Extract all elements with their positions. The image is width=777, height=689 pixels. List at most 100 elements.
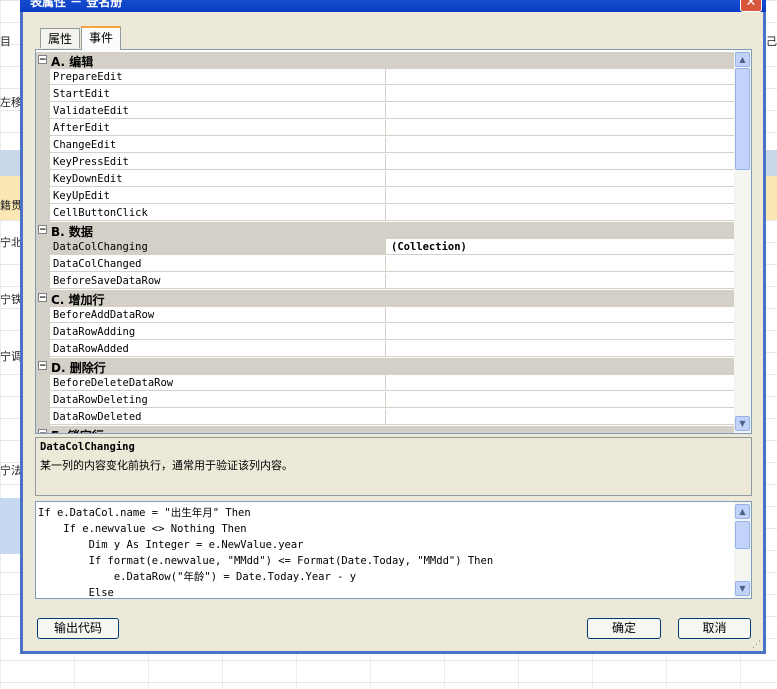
property-name[interactable]: CellButtonClick <box>50 205 386 221</box>
property-row[interactable]: ChangeEdit <box>36 137 734 154</box>
collapse-icon[interactable]: − <box>38 55 47 65</box>
ok-button[interactable]: 确定 <box>587 618 661 639</box>
row-gutter <box>36 375 50 392</box>
code-lines[interactable]: If e.DataCol.name = "出生年月" Then If e.new… <box>38 505 494 598</box>
property-name[interactable]: KeyUpEdit <box>50 188 386 204</box>
property-value[interactable] <box>386 154 734 170</box>
property-name[interactable]: ChangeEdit <box>50 137 386 153</box>
category-row[interactable]: −E. 锁定行 <box>36 426 734 433</box>
property-name[interactable]: DataColChanged <box>50 256 386 272</box>
property-grid-scrollbar[interactable]: ▲ ▼ <box>734 50 751 433</box>
code-editor[interactable]: If e.DataCol.name = "出生年月" Then If e.new… <box>35 501 752 599</box>
property-name[interactable]: DataRowAdded <box>50 341 386 357</box>
property-row[interactable]: ValidateEdit <box>36 103 734 120</box>
property-value[interactable] <box>386 137 734 153</box>
category-row[interactable]: − A. 编辑 <box>36 52 734 69</box>
property-name[interactable]: KeyDownEdit <box>50 171 386 187</box>
collapse-icon[interactable]: − <box>38 293 47 303</box>
property-name[interactable]: DataColChanging <box>50 239 386 255</box>
collapse-icon[interactable]: − <box>38 225 47 235</box>
row-gutter <box>36 307 50 324</box>
property-row[interactable]: KeyDownEdit <box>36 171 734 188</box>
background-label: 籍贯 <box>0 199 22 212</box>
row-gutter <box>36 205 50 222</box>
property-value[interactable] <box>386 171 734 187</box>
export-code-button[interactable]: 输出代码 <box>37 618 119 639</box>
scroll-thumb[interactable] <box>735 521 750 549</box>
property-row[interactable]: DataRowDeleted <box>36 409 734 426</box>
tab-events[interactable]: 事件 <box>81 26 122 50</box>
property-value[interactable] <box>386 392 734 408</box>
property-value[interactable] <box>386 120 734 136</box>
dialog-titlebar[interactable]: 表属性 － 登名册 <box>20 0 766 12</box>
property-row[interactable]: DataColChanged <box>36 256 734 273</box>
code-line[interactable]: If e.newvalue <> Nothing Then <box>38 521 493 537</box>
property-name[interactable]: AfterEdit <box>50 120 386 136</box>
scroll-down-icon[interactable]: ▼ <box>735 416 750 431</box>
property-value[interactable] <box>386 375 734 391</box>
property-row[interactable]: DataRowDeleting <box>36 392 734 409</box>
property-value[interactable] <box>386 86 734 102</box>
category-row[interactable]: − B. 数据 <box>36 222 734 239</box>
property-value[interactable] <box>386 341 734 357</box>
property-value[interactable] <box>386 205 734 221</box>
property-name[interactable]: DataRowDeleted <box>50 409 386 425</box>
property-name[interactable]: BeforeDeleteDataRow <box>50 375 386 391</box>
property-row[interactable]: BeforeAddDataRow <box>36 307 734 324</box>
description-text: 某一列的内容变化前执行，通常用于验证该列内容。 <box>40 459 293 472</box>
row-gutter <box>36 409 50 426</box>
property-row[interactable]: DataRowAdding <box>36 324 734 341</box>
property-row[interactable]: PrepareEdit <box>36 69 734 86</box>
property-row[interactable]: KeyUpEdit <box>36 188 734 205</box>
property-value[interactable] <box>386 256 734 272</box>
tab-properties[interactable]: 属性 <box>40 28 81 48</box>
property-name[interactable]: StartEdit <box>50 86 386 102</box>
property-row[interactable]: DataColChanging (Collection) <box>36 239 734 256</box>
code-line[interactable]: If e.DataCol.name = "出生年月" Then <box>38 505 493 521</box>
property-name[interactable]: DataRowDeleting <box>50 392 386 408</box>
collapse-icon[interactable]: − <box>38 361 47 371</box>
code-scrollbar[interactable]: ▲ ▼ <box>734 502 751 598</box>
row-gutter <box>36 256 50 273</box>
property-grid-rows: − A. 编辑 PrepareEdit StartEdit ValidateEdit Af… <box>36 52 734 433</box>
code-line[interactable]: e.DataRow("年龄") = Date.Today.Year - y <box>38 569 493 585</box>
category-label: B. 数据 <box>51 225 93 239</box>
row-gutter <box>36 392 50 409</box>
cancel-button[interactable]: 取消 <box>678 618 751 639</box>
property-row[interactable]: StartEdit <box>36 86 734 103</box>
property-value[interactable] <box>386 409 734 425</box>
property-name[interactable]: ValidateEdit <box>50 103 386 119</box>
property-name[interactable]: BeforeSaveDataRow <box>50 273 386 289</box>
close-button[interactable]: ✕ <box>740 0 762 12</box>
scroll-down-icon[interactable]: ▼ <box>735 581 750 596</box>
property-row[interactable]: AfterEdit <box>36 120 734 137</box>
scroll-up-icon[interactable]: ▲ <box>735 52 750 67</box>
category-label: D. 删除行 <box>51 361 106 375</box>
property-value[interactable]: (Collection) <box>386 239 734 255</box>
code-line[interactable]: Dim y As Integer = e.NewValue.year <box>38 537 493 553</box>
property-value[interactable] <box>386 188 734 204</box>
property-row[interactable]: CellButtonClick <box>36 205 734 222</box>
property-grid: − A. 编辑 PrepareEdit StartEdit ValidateEdit Af… <box>35 49 752 434</box>
code-line[interactable]: Else <box>38 585 493 598</box>
property-row[interactable]: BeforeDeleteDataRow <box>36 375 734 392</box>
code-line[interactable]: If format(e.newvalue, "MMdd") <= Format(… <box>38 553 494 569</box>
property-value[interactable] <box>386 307 734 323</box>
scroll-up-icon[interactable]: ▲ <box>735 504 750 519</box>
property-row[interactable]: BeforeSaveDataRow <box>36 273 734 290</box>
property-value[interactable] <box>386 69 734 85</box>
collapse-icon[interactable]: − <box>38 429 47 433</box>
category-row[interactable]: − D. 删除行 <box>36 358 734 375</box>
property-value[interactable] <box>386 324 734 340</box>
property-value[interactable] <box>386 273 734 289</box>
property-row[interactable]: DataRowAdded <box>36 341 734 358</box>
category-row[interactable]: − C. 增加行 <box>36 290 734 307</box>
scroll-thumb[interactable] <box>735 68 750 170</box>
resize-grip-icon[interactable]: ⋰ <box>752 640 762 650</box>
property-name[interactable]: DataRowAdding <box>50 324 386 340</box>
property-name[interactable]: PrepareEdit <box>50 69 386 85</box>
property-row[interactable]: KeyPressEdit <box>36 154 734 171</box>
property-value[interactable] <box>386 103 734 119</box>
property-name[interactable]: BeforeAddDataRow <box>50 307 386 323</box>
property-name[interactable]: KeyPressEdit <box>50 154 386 170</box>
